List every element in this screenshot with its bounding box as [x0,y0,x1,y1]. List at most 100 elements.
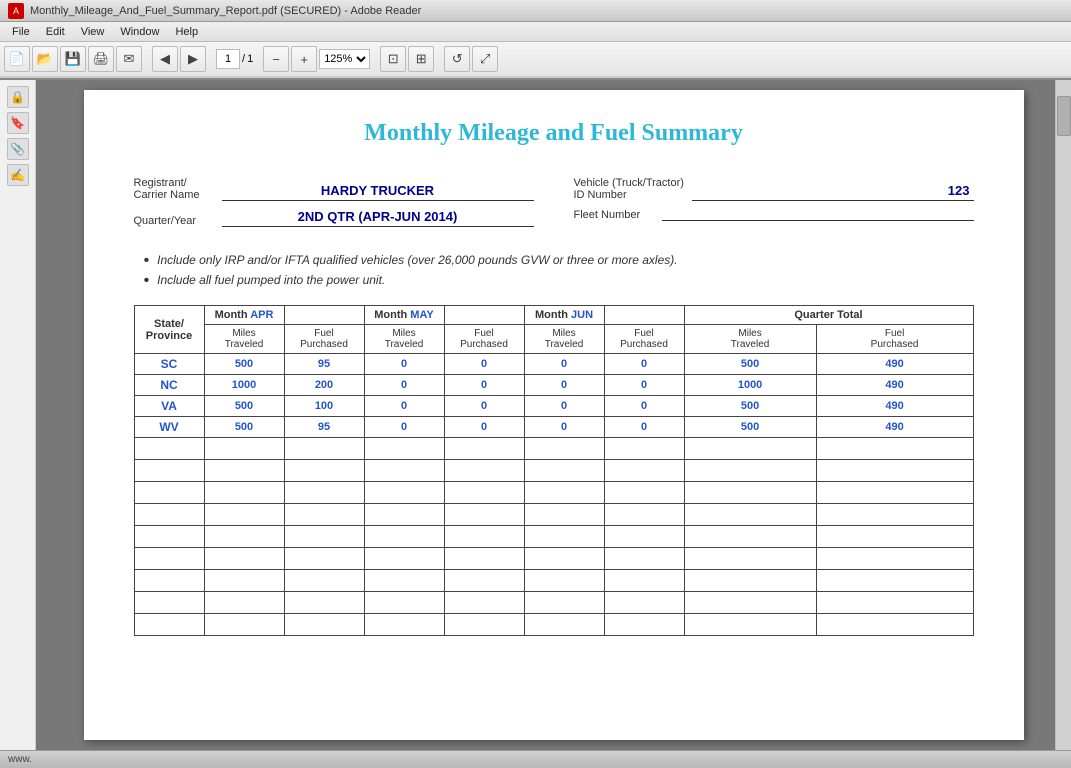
jun-miles-cell: 0 [524,417,604,438]
save-button[interactable]: 💾 [60,46,86,72]
may-miles-subheader: MilesTraveled [364,325,444,354]
apr-fuel-cell: 200 [284,375,364,396]
scrollbar-thumb[interactable] [1057,96,1071,136]
jun-fuel-cell: 0 [604,396,684,417]
state-cell: WV [134,417,204,438]
vehicle-row: Vehicle (Truck/Tractor) ID Number 123 [574,177,974,201]
zoom-select[interactable]: 125% 75% 100% 150% 200% [319,49,370,69]
title-bar: A Monthly_Mileage_And_Fuel_Summary_Repor… [0,0,1071,22]
report-title: Monthly Mileage and Fuel Summary [134,120,974,147]
fleet-row: Fleet Number [574,209,974,221]
status-text: www. [8,754,32,765]
sign-icon[interactable]: ✍ [7,164,29,186]
state-province-header: State/ Province [134,306,204,354]
page-input[interactable]: 1 [216,49,240,69]
qt-fuel-cell: 490 [816,396,973,417]
month-jun-miles-header: Month JUN [524,306,604,325]
bullet-text-1: Include only IRP and/or IFTA qualified v… [157,253,677,267]
scrollbar[interactable] [1055,80,1071,750]
email-button[interactable]: ✉ [116,46,142,72]
forward-button[interactable]: ▶ [180,46,206,72]
quarter-label: Quarter/Year [134,215,214,227]
month-apr-miles-header: Month APR [204,306,284,325]
jun-fuel-cell: 0 [604,375,684,396]
print-button[interactable]: 🖨 [88,46,114,72]
apr-miles-cell: 500 [204,354,284,375]
menu-file[interactable]: File [4,24,38,40]
fullscreen-button[interactable]: ⤢ [472,46,498,72]
fleet-value [662,218,974,221]
qt-miles-cell: 500 [684,354,816,375]
bullet-dot-2: • [144,273,150,289]
may-fuel-cell: 0 [444,354,524,375]
jun-miles-cell: 0 [524,375,604,396]
state-cell: SC [134,354,204,375]
table-row: NC 1000 200 0 0 0 0 1000 490 [134,375,973,396]
apr-fuel-cell: 95 [284,417,364,438]
status-bar: www. [0,750,1071,768]
apr-miles-cell: 500 [204,396,284,417]
jun-fuel-subheader: FuelPurchased [604,325,684,354]
empty-row [134,548,973,570]
zoom-control: 125% 75% 100% 150% 200% [319,49,370,69]
menu-edit[interactable]: Edit [38,24,73,40]
may-fuel-cell: 0 [444,417,524,438]
zoom-out-button[interactable]: − [263,46,289,72]
jun-miles-subheader: MilesTraveled [524,325,604,354]
qt-fuel-cell: 490 [816,375,973,396]
menu-help[interactable]: Help [167,24,206,40]
bookmark-icon[interactable]: 🔖 [7,112,29,134]
mileage-table: State/ Province Month APR Month MAY Mont… [134,305,974,636]
jun-miles-cell: 0 [524,354,604,375]
state-cell: VA [134,396,204,417]
empty-row [134,614,973,636]
may-fuel-cell: 0 [444,375,524,396]
back-button[interactable]: ◀ [152,46,178,72]
bullet-dot-1: • [144,253,150,269]
registrant-row: Registrant/ Carrier Name HARDY TRUCKER [134,177,534,201]
quarter-total-header: Quarter Total [684,306,973,325]
vehicle-section: Vehicle (Truck/Tractor) ID Number 123 Fl… [574,177,974,235]
rotate-button[interactable]: ↺ [444,46,470,72]
new-button[interactable]: 📄 [4,46,30,72]
bullet-item-2: • Include all fuel pumped into the power… [144,273,974,289]
menu-window[interactable]: Window [112,24,167,40]
bullet-item-1: • Include only IRP and/or IFTA qualified… [144,253,974,269]
quarter-value: 2ND QTR (APR-JUN 2014) [222,209,534,227]
apr-miles-subheader: MilesTraveled [204,325,284,354]
bullet-section: • Include only IRP and/or IFTA qualified… [134,253,974,289]
pdf-page: Monthly Mileage and Fuel Summary Registr… [84,90,1024,740]
may-miles-cell: 0 [364,354,444,375]
fit-width-button[interactable]: ⊞ [408,46,434,72]
may-miles-cell: 0 [364,417,444,438]
bullet-text-2: Include all fuel pumped into the power u… [157,273,385,287]
zoom-in-button[interactable]: + [291,46,317,72]
toolbar: 📄 📂 💾 🖨 ✉ ◀ ▶ 1 / 1 − + 125% 75% 100% 15… [0,42,1071,78]
qt-fuel-cell: 490 [816,417,973,438]
registrant-section: Registrant/ Carrier Name HARDY TRUCKER Q… [134,177,534,235]
jun-fuel-cell: 0 [604,354,684,375]
may-fuel-subheader: FuelPurchased [444,325,524,354]
apr-fuel-subheader: FuelPurchased [284,325,364,354]
apr-miles-cell: 1000 [204,375,284,396]
menu-view[interactable]: View [73,24,113,40]
open-button[interactable]: 📂 [32,46,58,72]
clip-icon[interactable]: 📎 [7,138,29,160]
window-title: Monthly_Mileage_And_Fuel_Summary_Report.… [30,5,421,17]
qt-miles-subheader: MilesTraveled [684,325,816,354]
empty-row [134,592,973,614]
may-miles-cell: 0 [364,375,444,396]
vehicle-label: Vehicle (Truck/Tractor) ID Number [574,177,684,201]
month-apr-fuel-header [284,306,364,325]
fit-page-button[interactable]: ⊡ [380,46,406,72]
qt-fuel-subheader: FuelPurchased [816,325,973,354]
registrant-value: HARDY TRUCKER [222,183,534,201]
form-section: Registrant/ Carrier Name HARDY TRUCKER Q… [134,177,974,235]
apr-fuel-cell: 100 [284,396,364,417]
table-row: SC 500 95 0 0 0 0 500 490 [134,354,973,375]
empty-row [134,504,973,526]
registrant-label: Registrant/ Carrier Name [134,177,214,201]
month-jun-fuel-header [604,306,684,325]
month-may-fuel-header [444,306,524,325]
month-may-miles-header: Month MAY [364,306,444,325]
